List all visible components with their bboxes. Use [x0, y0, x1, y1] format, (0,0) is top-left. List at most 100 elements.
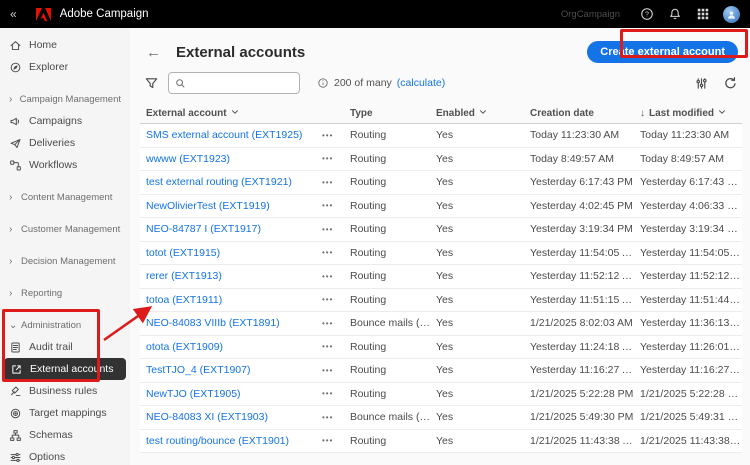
sidebar-item-business-rules[interactable]: Business rules	[0, 380, 130, 402]
table-row[interactable]: wwww (EXT1923)•••RoutingYesToday 8:49:57…	[140, 148, 742, 172]
account-name-link[interactable]: NewOlivierTest (EXT1919)	[140, 200, 322, 212]
sidebar-item-deliveries[interactable]: Deliveries	[0, 132, 130, 154]
account-name-link[interactable]: rerer (EXT1913)	[140, 270, 322, 282]
column-header-external-account[interactable]: External account	[140, 108, 322, 119]
search-input[interactable]	[191, 77, 293, 89]
cell-type: Routing	[344, 341, 430, 353]
table-row[interactable]: NEO-84083 VIIIb (EXT1891)•••Bounce mails…	[140, 312, 742, 336]
table-row[interactable]: test external routing (EXT1921)•••Routin…	[140, 171, 742, 195]
more-actions-button[interactable]: •••	[322, 389, 344, 398]
account-name-link[interactable]: wwww (EXT1923)	[140, 153, 322, 165]
sidebar-item-schemas[interactable]: Schemas	[0, 424, 130, 446]
account-name-link[interactable]: totoa (EXT1911)	[140, 294, 322, 306]
more-actions-button[interactable]: •••	[322, 131, 344, 140]
more-actions-button[interactable]: •••	[322, 342, 344, 351]
notifications-bell-icon[interactable]	[667, 7, 682, 22]
cell-last-modified: Today 11:23:30 AM	[634, 129, 742, 141]
sidebar-item-explorer[interactable]: Explorer	[0, 56, 130, 78]
search-box[interactable]	[168, 72, 300, 94]
chevron-right-icon: ›	[9, 94, 15, 105]
account-name-link[interactable]: TestTJO_4 (EXT1907)	[140, 364, 322, 376]
sidebar-section-campaign-management[interactable]: ›Campaign Management	[0, 88, 130, 110]
table-row[interactable]: rerer (EXT1913)•••RoutingYesYesterday 11…	[140, 265, 742, 289]
sidebar-item-external-accounts[interactable]: External accounts	[4, 358, 126, 380]
account-name-link[interactable]: test external routing (EXT1921)	[140, 176, 322, 188]
table-row[interactable]: NEO-84787 I (EXT1917)•••RoutingYesYester…	[140, 218, 742, 242]
cell-type: Routing	[344, 223, 430, 235]
table-row[interactable]: NEO-84083 XI (EXT1903)•••Bounce mails (P…	[140, 406, 742, 430]
main-content: ← External accounts Create external acco…	[130, 28, 750, 465]
cell-enabled: Yes	[430, 317, 524, 329]
column-settings-icon[interactable]	[694, 76, 709, 91]
sidebar-section-decision-management[interactable]: ›Decision Management	[0, 250, 130, 272]
more-actions-button[interactable]: •••	[322, 436, 344, 445]
sidebar-section-customer-management[interactable]: ›Customer Management	[0, 218, 130, 240]
column-header-last-modified[interactable]: ↓Last modified	[634, 108, 742, 119]
table-row[interactable]: NewTJO (EXT1905)•••RoutingYes1/21/2025 5…	[140, 383, 742, 407]
sidebar-section-administration[interactable]: ⌄Administration	[0, 314, 130, 336]
table-row[interactable]: NewOlivierTest (EXT1919)•••RoutingYesYes…	[140, 195, 742, 219]
cell-last-modified: 1/21/2025 11:43:38 AM	[634, 435, 742, 447]
info-icon	[317, 77, 329, 89]
column-header-type[interactable]: Type	[344, 108, 430, 119]
more-actions-button[interactable]: •••	[322, 295, 344, 304]
app-switcher-grid-icon[interactable]	[695, 7, 710, 22]
schemas-icon	[9, 429, 22, 442]
target-icon	[9, 407, 22, 420]
calculate-link[interactable]: (calculate)	[397, 77, 445, 89]
sidebar-item-campaigns[interactable]: Campaigns	[0, 110, 130, 132]
collapse-sidebar-icon[interactable]: «	[10, 7, 17, 21]
table-row[interactable]: totoa (EXT1911)•••RoutingYesYesterday 11…	[140, 289, 742, 313]
chevron-down-icon	[718, 108, 726, 119]
more-actions-button[interactable]: •••	[322, 248, 344, 257]
cell-type: Routing	[344, 364, 430, 376]
sidebar-item-workflows[interactable]: Workflows	[0, 154, 130, 176]
more-actions-button[interactable]: •••	[322, 154, 344, 163]
refresh-icon[interactable]	[723, 76, 738, 91]
cell-creation-date: Yesterday 11:52:12 AM	[524, 270, 634, 282]
account-name-link[interactable]: NEO-84083 VIIIb (EXT1891)	[140, 317, 322, 329]
more-actions-button[interactable]: •••	[322, 178, 344, 187]
table-row[interactable]: TestTJO_4 (EXT1907)•••RoutingYesYesterda…	[140, 359, 742, 383]
cell-last-modified: Yesterday 11:16:27 AM	[634, 364, 742, 376]
account-name-link[interactable]: NEO-84083 XI (EXT1903)	[140, 411, 322, 423]
account-name-link[interactable]: NewTJO (EXT1905)	[140, 388, 322, 400]
sidebar-item-audit-trail[interactable]: Audit trail	[0, 336, 130, 358]
more-actions-button[interactable]: •••	[322, 413, 344, 422]
more-actions-button[interactable]: •••	[322, 272, 344, 281]
sidebar-item-target-mappings[interactable]: Target mappings	[0, 402, 130, 424]
table-row[interactable]: totot (EXT1915)•••RoutingYesYesterday 11…	[140, 242, 742, 266]
cell-enabled: Yes	[430, 153, 524, 165]
more-actions-button[interactable]: •••	[322, 319, 344, 328]
account-name-link[interactable]: test routing/bounce (EXT1901)	[140, 435, 322, 447]
sidebar-section-reporting[interactable]: ›Reporting	[0, 282, 130, 304]
more-actions-button[interactable]: •••	[322, 225, 344, 234]
account-name-link[interactable]: totot (EXT1915)	[140, 247, 322, 259]
sidebar-item-home[interactable]: Home	[0, 34, 130, 56]
more-actions-button[interactable]: •••	[322, 366, 344, 375]
sidebar-item-options[interactable]: Options	[0, 446, 130, 465]
help-icon[interactable]: ?	[639, 7, 654, 22]
table-row[interactable]: SMS external account (EXT1925)•••Routing…	[140, 124, 742, 148]
create-external-account-button[interactable]: Create external account	[587, 41, 738, 63]
table-row[interactable]: test routing/bounce (EXT1901)•••RoutingY…	[140, 430, 742, 454]
column-header-enabled[interactable]: Enabled	[430, 108, 524, 119]
account-name-link[interactable]: SMS external account (EXT1925)	[140, 129, 322, 141]
sidebar-section-content-management[interactable]: ›Content Management	[0, 186, 130, 208]
top-bar: « Adobe Campaign OrgCampaign ?	[0, 0, 750, 28]
table-row[interactable]: otota (EXT1909)•••RoutingYesYesterday 11…	[140, 336, 742, 360]
sidebar-section-label: Content Management	[21, 192, 112, 203]
cell-type: Routing	[344, 200, 430, 212]
sidebar-item-label: External accounts	[30, 363, 113, 375]
back-arrow-icon[interactable]: ←	[146, 44, 161, 61]
sidebar-item-label: Schemas	[29, 429, 73, 441]
sidebar-item-label: Audit trail	[29, 341, 73, 353]
filter-funnel-icon[interactable]	[144, 76, 159, 91]
account-name-link[interactable]: otota (EXT1909)	[140, 341, 322, 353]
account-name-link[interactable]: NEO-84787 I (EXT1917)	[140, 223, 322, 235]
more-actions-button[interactable]: •••	[322, 201, 344, 210]
cell-last-modified: Yesterday 3:19:34 PM	[634, 223, 742, 235]
user-avatar[interactable]	[723, 6, 740, 23]
cell-last-modified: Yesterday 11:36:13 AM	[634, 317, 742, 329]
column-header-creation-date[interactable]: Creation date	[524, 108, 634, 119]
